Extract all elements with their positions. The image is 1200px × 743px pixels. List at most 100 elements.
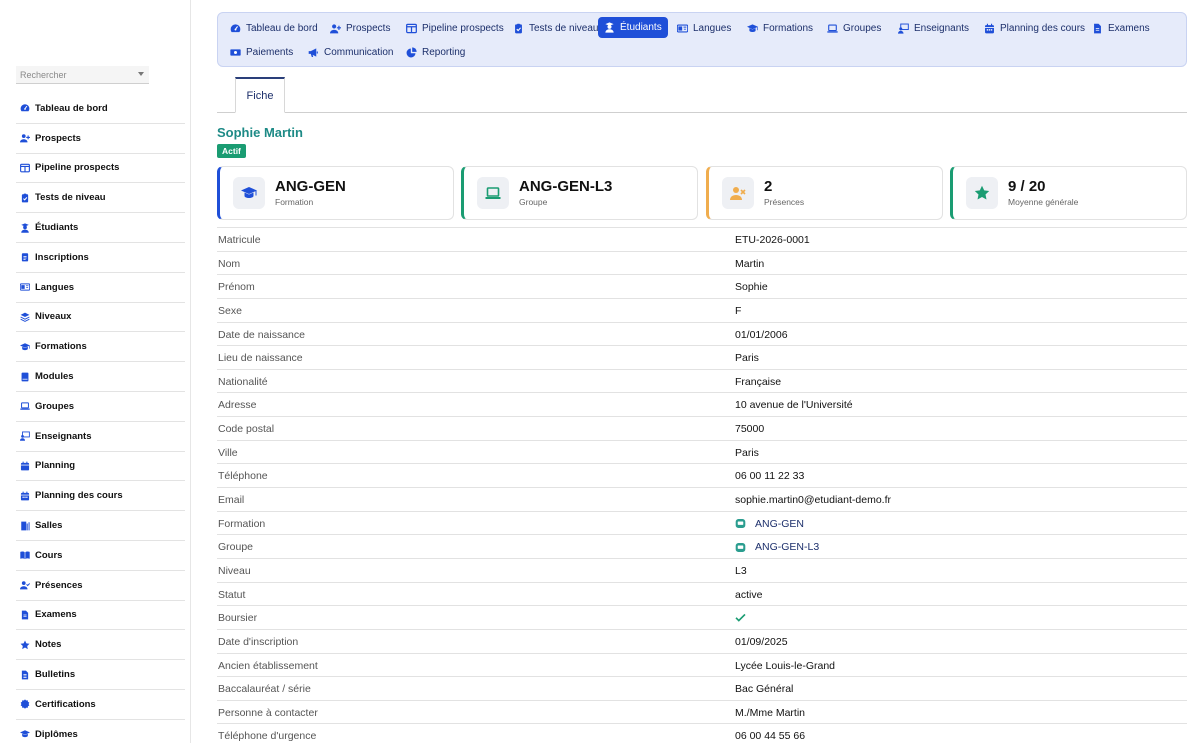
sidebar-item-enseignants[interactable]: Enseignants bbox=[16, 422, 185, 452]
topnav-item-label: Reporting bbox=[422, 47, 466, 58]
detail-row-nom: Nom Martin bbox=[217, 250, 1187, 275]
detail-value-text: 01/09/2025 bbox=[735, 635, 788, 648]
detail-row-sexe: Sexe F bbox=[217, 297, 1187, 322]
card-label: Formation bbox=[275, 197, 314, 207]
sidebar-item-tableau-de-bord[interactable]: Tableau de bord bbox=[16, 94, 185, 124]
detail-link[interactable]: ANG-GEN-L3 bbox=[735, 541, 819, 553]
sidebar-item-pipeline-prospects[interactable]: Pipeline prospects bbox=[16, 154, 185, 184]
topnav-item-label: Paiements bbox=[246, 47, 294, 58]
detail-key: Date d'inscription bbox=[218, 635, 299, 648]
detail-key: Ville bbox=[218, 446, 238, 459]
clipboard-check-icon bbox=[20, 193, 30, 203]
detail-value-text: active bbox=[735, 588, 763, 601]
topnav-item-planning-des-cours[interactable]: Planning des cours bbox=[978, 18, 1091, 39]
sidebar-item-certifications[interactable]: Certifications bbox=[16, 690, 185, 720]
sidebar-item-planning[interactable]: Planning bbox=[16, 452, 185, 482]
laptop-icon bbox=[477, 177, 509, 209]
summary-card-formation: ANG-GEN Formation bbox=[217, 166, 454, 220]
sidebar-item-formations[interactable]: Formations bbox=[16, 332, 185, 363]
topnav-item-etudiants[interactable]: Étudiants bbox=[598, 17, 668, 38]
gauge-icon bbox=[20, 103, 30, 113]
detail-link[interactable]: ANG-GEN bbox=[735, 518, 804, 530]
detail-value-text: sophie.martin0@etudiant-demo.fr bbox=[735, 494, 891, 507]
clipboard-list-icon bbox=[20, 252, 30, 262]
sidebar-item-modules[interactable]: Modules bbox=[16, 362, 185, 392]
sidebar-item-bulletins[interactable]: Bulletins bbox=[16, 660, 185, 690]
detail-row-baccalaureat-serie: Baccalauréat / série Bac Général bbox=[217, 676, 1187, 700]
sidebar-item-cours[interactable]: Cours bbox=[16, 541, 185, 571]
sidebar-item-diplomes[interactable]: Diplômes bbox=[16, 720, 185, 743]
detail-value: Martin bbox=[735, 258, 764, 270]
laptop-icon bbox=[20, 401, 30, 411]
sidebar-item-label: Planning des cours bbox=[35, 490, 123, 502]
tab-fiche[interactable]: Fiche bbox=[235, 77, 285, 113]
sidebar: Rechercher Tableau de bord Prospects Pipel… bbox=[0, 0, 191, 743]
detail-key: Email bbox=[218, 494, 245, 507]
sidebar-item-examens[interactable]: Examens bbox=[16, 601, 185, 631]
topnav-item-langues[interactable]: Langues bbox=[671, 18, 737, 39]
record-icon bbox=[735, 518, 746, 529]
sidebar-item-inscriptions[interactable]: Inscriptions bbox=[16, 243, 185, 273]
topnav-item-examens[interactable]: Examens bbox=[1086, 18, 1156, 39]
topnav-item-paiements[interactable]: Paiements bbox=[224, 42, 299, 63]
topnav-item-tests-de-niveau[interactable]: Tests de niveau bbox=[507, 18, 605, 39]
detail-value-text: ANG-GEN bbox=[755, 517, 805, 530]
star-icon bbox=[20, 640, 30, 650]
detail-key: Formation bbox=[218, 517, 266, 530]
topnav-item-formations[interactable]: Formations bbox=[741, 18, 819, 39]
detail-value bbox=[735, 612, 746, 623]
detail-value-text: 75000 bbox=[735, 423, 765, 436]
detail-key: Code postal bbox=[218, 423, 275, 436]
detail-value-text: 06 00 11 22 33 bbox=[735, 470, 805, 483]
detail-key: Téléphone bbox=[218, 470, 268, 483]
sidebar-item-groupes[interactable]: Groupes bbox=[16, 392, 185, 422]
sidebar-item-label: Notes bbox=[35, 639, 62, 651]
topnav-item-label: Enseignants bbox=[914, 23, 970, 34]
detail-value-text: Française bbox=[735, 375, 782, 388]
laptop-icon bbox=[827, 23, 838, 34]
topnav-item-communication[interactable]: Communication bbox=[302, 42, 399, 63]
topnav-item-label: Étudiants bbox=[620, 22, 662, 33]
sidebar-item-tests-de-niveau[interactable]: Tests de niveau bbox=[16, 183, 185, 214]
detail-key: Nom bbox=[218, 257, 241, 270]
sidebar-item-niveaux[interactable]: Niveaux bbox=[16, 303, 185, 333]
sidebar-item-etudiants[interactable]: Étudiants bbox=[16, 213, 185, 243]
detail-value: 01/09/2025 bbox=[735, 636, 788, 648]
tab-bar: Fiche bbox=[217, 77, 1187, 113]
detail-value-text: L3 bbox=[735, 564, 747, 577]
detail-key: Boursier bbox=[218, 612, 258, 625]
detail-row-code-postal: Code postal 75000 bbox=[217, 416, 1187, 440]
status-badge: Actif bbox=[217, 144, 246, 158]
sidebar-item-label: Bulletins bbox=[35, 669, 76, 681]
detail-key: Statut bbox=[218, 588, 246, 601]
detail-value: Bac Général bbox=[735, 683, 793, 695]
sidebar-item-langues[interactable]: Langues bbox=[16, 273, 185, 303]
detail-value: 10 avenue de l'Université bbox=[735, 399, 853, 411]
detail-value: M./Mme Martin bbox=[735, 707, 805, 719]
detail-row-date-d-inscription: Date d'inscription 01/09/2025 bbox=[217, 628, 1187, 653]
detail-value-text: Sophie bbox=[735, 281, 768, 294]
topnav-item-pipeline-prospects[interactable]: Pipeline prospects bbox=[400, 18, 510, 39]
certificate-icon bbox=[20, 699, 30, 710]
sidebar-item-prospects[interactable]: Prospects bbox=[16, 124, 185, 154]
sidebar-item-salles[interactable]: Salles bbox=[16, 511, 185, 541]
sidebar-item-notes[interactable]: Notes bbox=[16, 630, 185, 661]
topnav-item-enseignants[interactable]: Enseignants bbox=[892, 18, 975, 39]
detail-key: Nationalité bbox=[218, 375, 268, 388]
topnav-item-tableau-de-bord[interactable]: Tableau de bord bbox=[224, 18, 324, 39]
detail-row-telephone-d-urgence: Téléphone d'urgence 06 00 44 55 66 bbox=[217, 723, 1187, 743]
detail-key: Lieu de naissance bbox=[218, 352, 303, 365]
sidebar-item-label: Diplômes bbox=[35, 728, 78, 740]
topnav-item-label: Communication bbox=[324, 47, 394, 58]
topnav-item-groupes[interactable]: Groupes bbox=[821, 18, 887, 39]
topnav-item-prospects[interactable]: Prospects bbox=[324, 18, 396, 39]
detail-value: Paris bbox=[735, 352, 759, 364]
book-open-icon bbox=[20, 550, 30, 560]
sidebar-item-planning-des-cours[interactable]: Planning des cours bbox=[16, 481, 185, 512]
sidebar-search-select[interactable]: Rechercher bbox=[16, 66, 149, 84]
topnav-item-label: Groupes bbox=[843, 23, 882, 34]
topnav-item-reporting[interactable]: Reporting bbox=[400, 42, 471, 63]
sidebar-item-presences[interactable]: Présences bbox=[16, 571, 185, 601]
detail-key: Baccalauréat / série bbox=[218, 683, 311, 696]
sidebar-item-label: Prospects bbox=[35, 132, 81, 144]
